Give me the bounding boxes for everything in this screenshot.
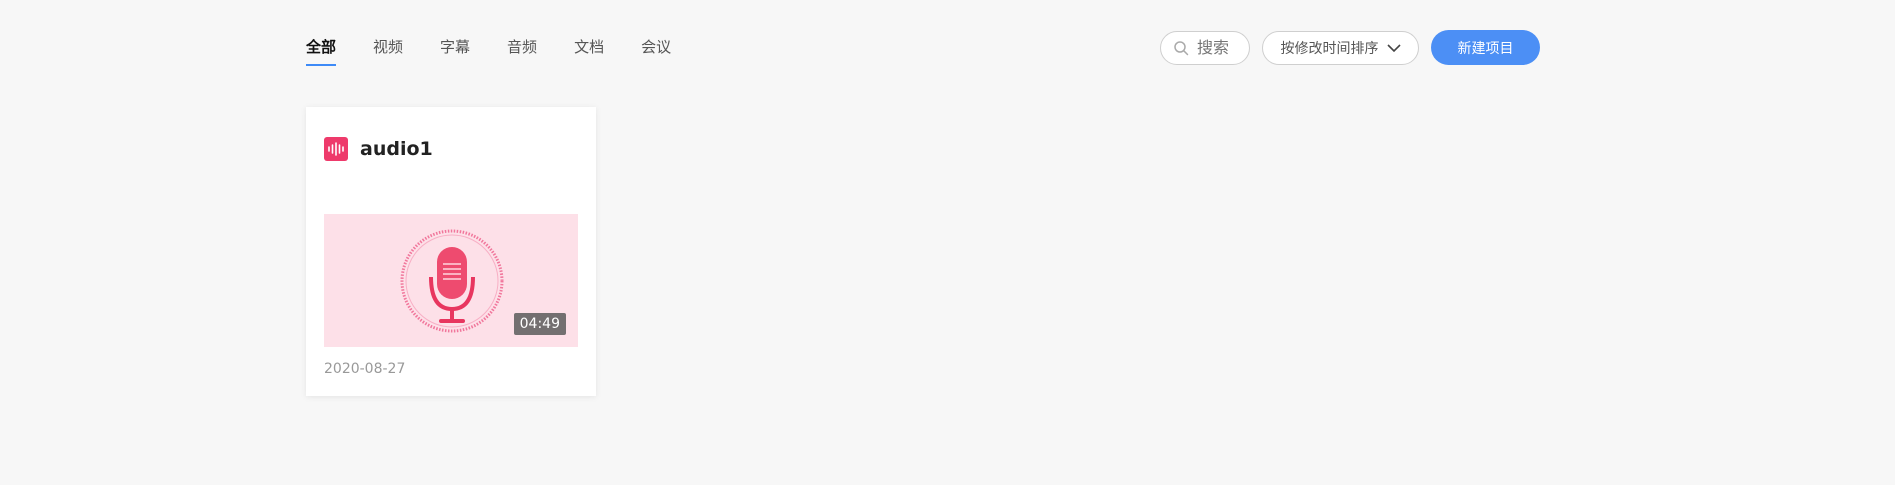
card-title: audio1 (360, 138, 433, 160)
audio-wave-icon (324, 137, 348, 161)
category-tabs: 全部 视频 字幕 音频 文档 会议 (306, 34, 708, 66)
tab-audio[interactable]: 音频 (507, 34, 537, 60)
project-card[interactable]: audio1 04:49 2020-08-27 (306, 107, 596, 396)
search-box[interactable] (1160, 30, 1250, 65)
toolbar: 按修改时间排序 新建项目 (1160, 30, 1540, 65)
tab-video[interactable]: 视频 (373, 34, 403, 60)
new-project-button[interactable]: 新建项目 (1431, 30, 1540, 65)
sort-label: 按修改时间排序 (1280, 40, 1379, 57)
microphone-icon (429, 247, 475, 323)
tab-documents[interactable]: 文档 (574, 34, 604, 60)
sort-dropdown[interactable]: 按修改时间排序 (1262, 30, 1419, 65)
card-header: audio1 (324, 137, 433, 161)
tab-all[interactable]: 全部 (306, 34, 337, 66)
search-input[interactable] (1195, 37, 1249, 58)
card-date: 2020-08-27 (324, 361, 406, 377)
audio-thumbnail[interactable]: 04:49 (324, 214, 578, 347)
tab-subtitles[interactable]: 字幕 (440, 34, 470, 60)
tab-meetings[interactable]: 会议 (641, 34, 671, 60)
search-icon (1174, 40, 1189, 55)
duration-badge: 04:49 (513, 313, 566, 335)
chevron-down-icon (1386, 43, 1401, 52)
